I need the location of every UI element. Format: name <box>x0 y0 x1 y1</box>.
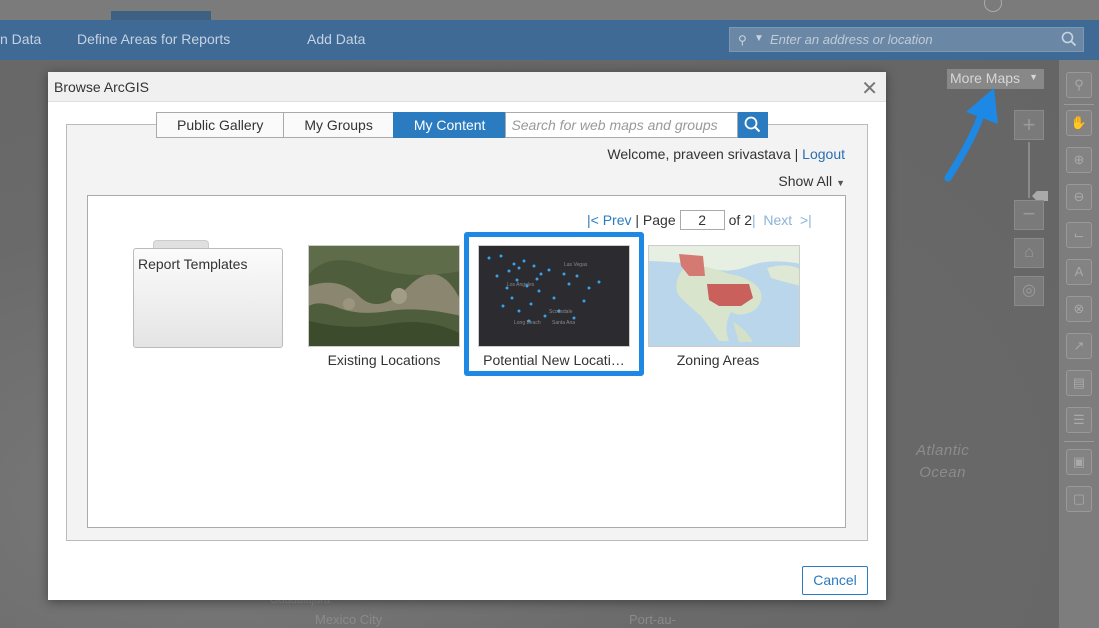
ocean-label-line1: Atlantic <box>916 442 970 459</box>
folder-report-templates[interactable]: Report Templates <box>133 240 283 348</box>
annotate-icon[interactable]: A <box>1066 259 1092 285</box>
pagination: |< Prev | Page 2 of 2 | Next >| <box>587 210 812 230</box>
search-button[interactable] <box>738 112 769 138</box>
search-placeholder: Search for web maps and groups <box>511 117 718 133</box>
divider <box>1064 104 1094 105</box>
tab-my-groups[interactable]: My Groups <box>283 112 393 138</box>
dialog-title-bar: Browse ArcGIS ✕ <box>48 72 886 102</box>
chevron-down-icon[interactable]: ▼ <box>754 33 764 44</box>
item-label: Zoning Areas <box>676 352 760 368</box>
zoom-out-button[interactable]: − <box>1014 200 1044 230</box>
item-label: Existing Locations <box>327 352 441 368</box>
legend-list-icon[interactable]: ☰ <box>1066 407 1092 433</box>
ocean-label-line2: Ocean <box>919 464 966 481</box>
pan-hand-icon[interactable]: ✋ <box>1066 110 1092 136</box>
first-page-link[interactable]: |< <box>587 212 599 228</box>
show-all-label: Show All <box>778 173 833 189</box>
share-icon[interactable]: ↗ <box>1066 333 1092 359</box>
world-map-thumbnail <box>649 246 799 346</box>
page-total: of 2 <box>728 212 752 228</box>
car-icon[interactable]: ▣ <box>1066 449 1092 475</box>
welcome-text: Welcome, praveen srivastava | Logout <box>607 146 845 162</box>
selection-highlight <box>464 232 644 376</box>
zoom-in-tool-icon[interactable]: ⊕ <box>1066 147 1092 173</box>
more-maps-label: More Maps <box>950 70 1021 86</box>
satellite-thumbnail <box>309 246 459 346</box>
separator: | <box>794 146 799 162</box>
pin-tool-icon[interactable]: ⚲ <box>1066 72 1092 98</box>
divider <box>1064 441 1094 442</box>
export-pdf-icon[interactable]: ▤ <box>1066 370 1092 396</box>
page-number-input[interactable]: 2 <box>679 210 725 230</box>
page-label: | Page <box>635 212 676 228</box>
folder-label: Report Templates <box>138 256 248 272</box>
browse-arcgis-dialog: Browse ArcGIS ✕ Public Gallery My Groups… <box>48 72 886 600</box>
location-search-input[interactable]: ⚲ ▼ Enter an address or location <box>729 27 1084 52</box>
chevron-down-icon: ▼ <box>1029 72 1038 82</box>
home-icon[interactable]: ⌂ <box>1014 238 1044 268</box>
active-tab-indicator <box>111 11 211 20</box>
prev-page-link[interactable]: Prev <box>603 212 632 228</box>
top-strip <box>0 0 1099 20</box>
chevron-down-icon: ▼ <box>836 178 845 188</box>
show-all-dropdown[interactable]: Show All ▼ <box>778 173 845 189</box>
location-pin-icon: ⚲ <box>738 33 747 47</box>
next-page-link[interactable]: Next <box>763 212 792 228</box>
nav-data[interactable]: n Data <box>0 31 41 47</box>
search-icon <box>745 116 761 133</box>
web-map-search-input[interactable]: Search for web maps and groups <box>505 112 739 138</box>
logout-link[interactable]: Logout <box>802 146 845 162</box>
zoom-out-tool-icon[interactable]: ⊖ <box>1066 184 1092 210</box>
tab-my-content[interactable]: My Content <box>392 112 506 138</box>
ocean-label: Atlantic Ocean <box>916 440 969 484</box>
nav-define-areas[interactable]: Define Areas for Reports <box>77 31 230 47</box>
clear-icon[interactable]: ⊗ <box>1066 296 1092 322</box>
last-page-link[interactable]: >| <box>800 212 812 228</box>
separator: | <box>751 212 756 228</box>
search-placeholder: Enter an address or location <box>770 32 933 47</box>
search-icon[interactable] <box>1061 31 1077 52</box>
map-thumbnail-zoning-areas[interactable] <box>648 245 800 347</box>
city-label: Port-au- <box>629 612 676 627</box>
close-icon[interactable]: ✕ <box>861 76 878 101</box>
cancel-button[interactable]: Cancel <box>802 566 868 595</box>
dialog-title: Browse ArcGIS <box>54 79 149 95</box>
right-toolbar: ⚲ ✋ ⊕ ⊖ ⌙ A ⊗ ↗ ▤ ☰ ▣ ▢ <box>1059 60 1099 628</box>
map-thumbnail-existing-locations[interactable] <box>308 245 460 347</box>
dialog-tabs: Public Gallery My Groups My Content Sear… <box>156 112 769 138</box>
welcome-user: Welcome, praveen srivastava <box>607 146 791 162</box>
zoom-in-button[interactable]: + <box>1014 110 1044 140</box>
measure-icon[interactable]: ⌙ <box>1066 222 1092 248</box>
nav-add-data[interactable]: Add Data <box>307 31 365 47</box>
callout-arrow-icon <box>944 88 998 182</box>
tab-public-gallery[interactable]: Public Gallery <box>156 112 284 138</box>
city-label: Mexico City <box>315 612 383 627</box>
locate-icon[interactable]: ◎ <box>1014 276 1044 306</box>
note-icon[interactable]: ▢ <box>1066 486 1092 512</box>
help-icon[interactable] <box>984 0 1002 12</box>
zoom-slider-track[interactable] <box>1028 142 1030 198</box>
